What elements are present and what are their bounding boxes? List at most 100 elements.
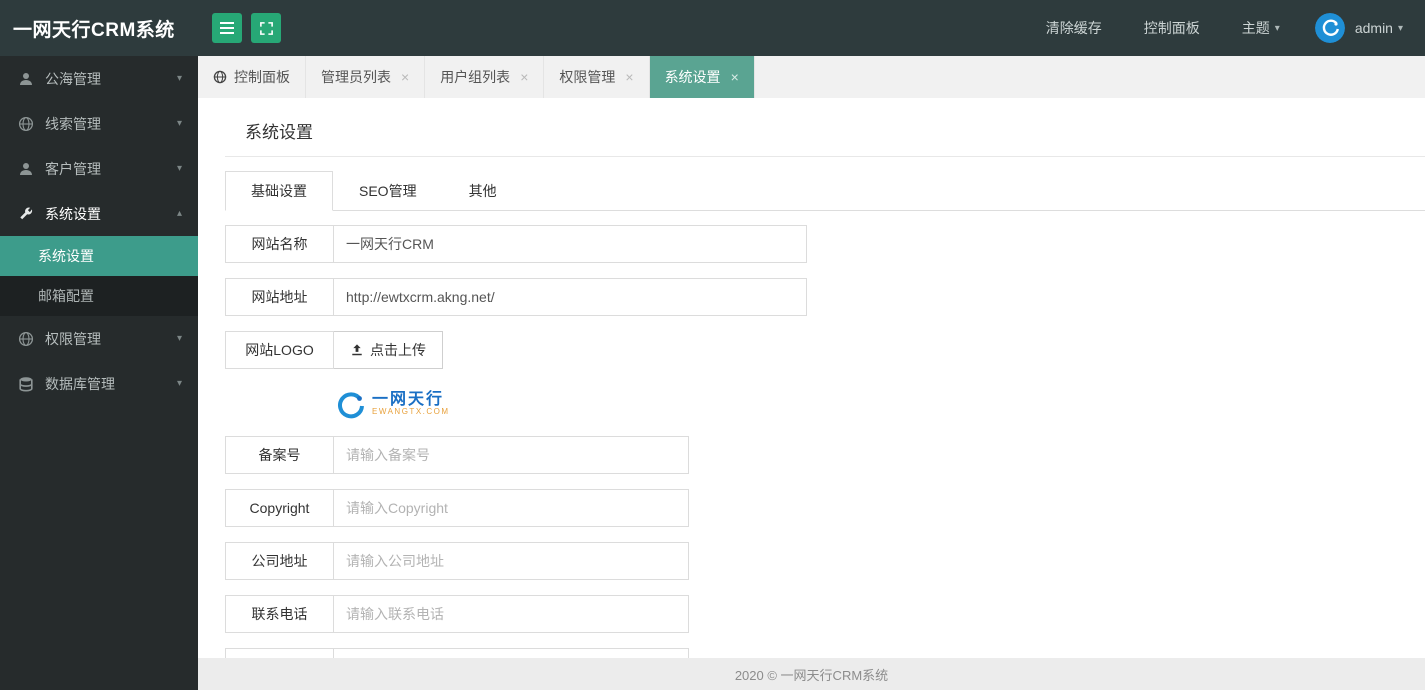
sidebar-item-customers[interactable]: 客户管理 ▾	[0, 146, 198, 191]
tab-label: 控制面板	[234, 69, 290, 85]
chevron-up-icon: ▴	[176, 208, 182, 219]
tab-other-settings[interactable]: 其他	[443, 171, 523, 211]
sidebar-item-label: 客户管理	[45, 160, 101, 177]
tab-permissions[interactable]: 权限管理 ×	[544, 56, 650, 98]
hamburger-icon	[220, 22, 234, 34]
upload-icon	[350, 343, 364, 357]
theme-menu-label: 主题	[1241, 20, 1270, 36]
tab-label: 用户组列表	[440, 69, 511, 85]
sidebar-item-label: 线索管理	[45, 115, 101, 132]
main-area: 控制面板 管理员列表 × 用户组列表 × 权限管理 × 系统设置 × 系统设置 …	[198, 56, 1425, 690]
form-row-site-name: 网站名称	[225, 225, 1425, 263]
brand-name-en: EWANGTX.COM	[372, 407, 450, 417]
form-row-company-address: 公司地址	[225, 542, 1425, 580]
chevron-down-icon: ▾	[1397, 22, 1403, 34]
wrench-icon	[18, 206, 34, 222]
company-address-input[interactable]	[334, 542, 689, 580]
brand-text: 一网天行 EWANGTX.COM	[372, 391, 450, 417]
email-account-input[interactable]	[334, 648, 689, 658]
avatar[interactable]	[1314, 13, 1345, 43]
form-row-site-url: 网站地址	[225, 278, 1425, 316]
close-icon[interactable]: ×	[520, 70, 528, 84]
sidebar-toggle-button[interactable]	[212, 13, 242, 43]
site-logo-preview: 一网天行 EWANGTX.COM	[335, 384, 1425, 424]
field-label: 网站地址	[225, 278, 334, 316]
tab-system-settings[interactable]: 系统设置 ×	[649, 56, 755, 98]
icp-number-input[interactable]	[334, 436, 689, 474]
clear-cache-link[interactable]: 清除缓存	[1025, 0, 1123, 56]
field-label: 邮箱账号	[225, 648, 334, 658]
brand-swirl-icon	[335, 389, 365, 419]
globe-icon	[18, 116, 34, 132]
control-panel-link[interactable]: 控制面板	[1123, 0, 1221, 56]
sidebar-item-public-sea[interactable]: 公海管理 ▾	[0, 56, 198, 101]
sidebar-subitem-mail-config[interactable]: 邮箱配置	[0, 276, 198, 316]
user-menu[interactable]: admin ▾	[1345, 0, 1425, 56]
form-row-email-account: 邮箱账号	[225, 648, 1425, 658]
field-label: 备案号	[225, 436, 334, 474]
chevron-down-icon: ▾	[176, 163, 182, 174]
form-row-site-logo: 网站LOGO 点击上传	[225, 331, 1425, 369]
theme-menu[interactable]: 主题 ▾	[1221, 0, 1301, 56]
username: admin	[1354, 20, 1393, 36]
fullscreen-icon	[259, 21, 274, 36]
site-url-input[interactable]	[334, 278, 807, 316]
tab-user-group-list[interactable]: 用户组列表 ×	[425, 56, 545, 98]
close-icon[interactable]: ×	[401, 70, 409, 84]
sidebar-item-system-settings[interactable]: 系统设置 ▴	[0, 191, 198, 236]
sidebar-subitem-label: 系统设置	[38, 248, 94, 264]
open-tabs-bar: 控制面板 管理员列表 × 用户组列表 × 权限管理 × 系统设置 ×	[198, 56, 1425, 98]
site-name-input[interactable]	[334, 225, 807, 263]
form-row-contact-phone: 联系电话	[225, 595, 1425, 633]
sidebar: 公海管理 ▾ 线索管理 ▾ 客户管理 ▾ 系统设置 ▴ 系统设置 邮箱配置 权限…	[0, 56, 198, 690]
sidebar-item-database[interactable]: 数据库管理 ▾	[0, 361, 198, 406]
sidebar-item-permissions[interactable]: 权限管理 ▾	[0, 316, 198, 361]
page-header: 系统设置	[225, 118, 1425, 157]
globe-icon	[213, 70, 227, 84]
top-header: 一网天行CRM系统 清除缓存 控制面板 主题 ▾ admin ▾	[0, 0, 1425, 56]
tab-seo-settings[interactable]: SEO管理	[333, 171, 443, 211]
tab-basic-settings[interactable]: 基础设置	[225, 171, 333, 211]
chevron-down-icon: ▾	[176, 378, 182, 389]
upload-button[interactable]: 点击上传	[334, 331, 443, 369]
field-label: 公司地址	[225, 542, 334, 580]
sidebar-subitem-system-settings[interactable]: 系统设置	[0, 236, 198, 276]
sidebar-item-label: 数据库管理	[45, 375, 115, 392]
tab-admin-list[interactable]: 管理员列表 ×	[306, 56, 426, 98]
user-icon	[18, 161, 34, 177]
chevron-down-icon: ▾	[176, 118, 182, 129]
sidebar-item-label: 公海管理	[45, 70, 101, 87]
app-logo: 一网天行CRM系统	[13, 19, 175, 41]
settings-form: 网站名称 网站地址 网站LOGO 点击上传	[225, 225, 1425, 658]
settings-subtabs: 基础设置 SEO管理 其他	[225, 171, 1425, 211]
form-row-icp: 备案号	[225, 436, 1425, 474]
database-icon	[18, 376, 34, 392]
globe-icon	[18, 331, 34, 347]
sidebar-subitem-label: 邮箱配置	[38, 288, 94, 304]
page-title: 系统设置	[245, 123, 313, 142]
close-icon[interactable]: ×	[625, 70, 633, 84]
chevron-down-icon: ▾	[176, 333, 182, 344]
field-label: 联系电话	[225, 595, 334, 633]
chevron-down-icon: ▾	[176, 73, 182, 84]
field-label: 网站名称	[225, 225, 334, 263]
fullscreen-button[interactable]	[251, 13, 281, 43]
page-footer: 2020 © 一网天行CRM系统	[198, 658, 1425, 690]
tab-label: 权限管理	[559, 69, 616, 85]
header-actions: 清除缓存 控制面板 主题 ▾ admin ▾	[1025, 0, 1425, 56]
tab-label: 系统设置	[664, 69, 721, 85]
sidebar-item-label: 系统设置	[45, 205, 101, 222]
tab-label: 管理员列表	[321, 69, 391, 85]
footer-text: 2020 © 一网天行CRM系统	[734, 667, 889, 683]
tab-dashboard[interactable]: 控制面板	[198, 56, 306, 98]
contact-phone-input[interactable]	[334, 595, 689, 633]
field-label: Copyright	[225, 489, 334, 527]
sidebar-item-label: 权限管理	[45, 330, 101, 347]
user-icon	[18, 71, 34, 87]
page-content: 系统设置 基础设置 SEO管理 其他 网站名称 网站地址 网站LOGO	[198, 98, 1425, 658]
close-icon[interactable]: ×	[731, 70, 739, 84]
upload-button-label: 点击上传	[370, 342, 426, 358]
copyright-input[interactable]	[334, 489, 689, 527]
sidebar-item-leads[interactable]: 线索管理 ▾	[0, 101, 198, 146]
form-row-copyright: Copyright	[225, 489, 1425, 527]
